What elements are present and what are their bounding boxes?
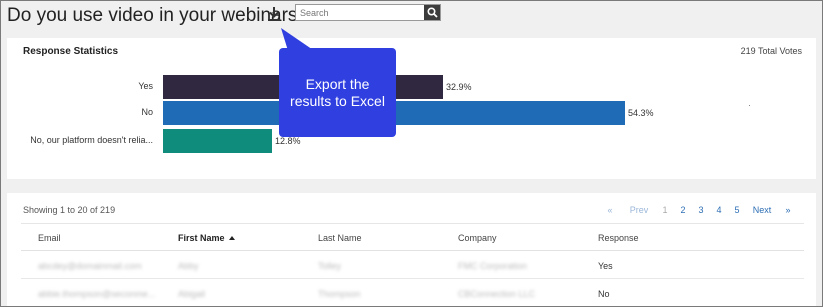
table-header: Email First Name Last Name Company Respo…: [21, 223, 804, 251]
bar-row: No, our platform doesn't relia... 12.8%: [7, 129, 807, 153]
search-box: [295, 4, 441, 21]
divider: [749, 105, 750, 106]
column-header-label: First Name: [178, 233, 225, 243]
page-link-2[interactable]: 2: [674, 205, 692, 215]
total-votes: 219 Total Votes: [740, 46, 802, 56]
download-icon[interactable]: [266, 6, 282, 22]
table-row[interactable]: abbie.thompson@seconme... Abigail Thomps…: [21, 279, 804, 307]
cell-first-name: Abby: [178, 261, 199, 271]
cell-company: FMC Corporation: [458, 261, 528, 271]
responses-list-panel: Showing 1 to 20 of 219 « Prev 1 2 3 4 5 …: [7, 193, 816, 307]
page-link-3[interactable]: 3: [692, 205, 710, 215]
search-icon: [426, 7, 438, 18]
bar-row: Yes 32.9%: [7, 75, 807, 99]
cell-response: Yes: [598, 261, 613, 271]
pagination: « Prev 1 2 3 4 5 Next »: [598, 205, 798, 215]
cell-first-name: Abigail: [178, 289, 206, 299]
cell-response: No: [598, 289, 610, 299]
column-header-response[interactable]: Response: [598, 233, 639, 243]
page-title: Do you use video in your webinars?: [7, 5, 309, 26]
export-callout: Export the results to Excel: [279, 48, 396, 137]
cell-company: CBConnection LLC: [458, 289, 536, 299]
page-link-4[interactable]: 4: [710, 205, 728, 215]
last-page-link[interactable]: »: [778, 205, 798, 215]
next-page-link[interactable]: Next: [746, 205, 778, 215]
cell-last-name: Tolley: [318, 261, 342, 271]
response-statistics-title: Response Statistics: [23, 46, 119, 57]
bar-label: Yes: [138, 81, 153, 91]
column-header-company[interactable]: Company: [458, 233, 497, 243]
bar-row: No 54.3%: [7, 101, 807, 125]
bar-percent: 12.8%: [275, 136, 301, 146]
bar-label: No: [141, 107, 153, 117]
sort-ascending-icon: [228, 236, 235, 240]
bar-percent: 54.3%: [628, 108, 654, 118]
column-header-last-name[interactable]: Last Name: [318, 233, 362, 243]
search-button[interactable]: [424, 5, 440, 20]
cell-last-name: Thompson: [318, 289, 361, 299]
page-link-5[interactable]: 5: [728, 205, 746, 215]
search-input[interactable]: [296, 5, 424, 20]
bar-label: No, our platform doesn't relia...: [30, 135, 153, 145]
showing-count: Showing 1 to 20 of 219: [23, 205, 116, 215]
column-header-email[interactable]: Email: [38, 233, 61, 243]
prev-page-link[interactable]: Prev: [622, 205, 656, 215]
cell-email: abcdey@domainmail.com: [38, 261, 142, 271]
column-header-first-name[interactable]: First Name: [178, 233, 235, 243]
bar-percent: 32.9%: [446, 82, 472, 92]
table-row[interactable]: abcdey@domainmail.com Abby Tolley FMC Co…: [21, 251, 804, 279]
page-link-1[interactable]: 1: [656, 205, 674, 215]
callout-text: Export the results to Excel: [290, 75, 385, 109]
responses-table: Email First Name Last Name Company Respo…: [21, 223, 804, 307]
first-page-link[interactable]: «: [598, 205, 622, 215]
response-bar: [163, 129, 272, 153]
response-statistics-panel: Response Statistics 219 Total Votes Yes 3…: [7, 38, 816, 179]
header: Do you use video in your webinars?: [0, 0, 823, 36]
cell-email: abbie.thompson@seconme...: [38, 289, 156, 299]
